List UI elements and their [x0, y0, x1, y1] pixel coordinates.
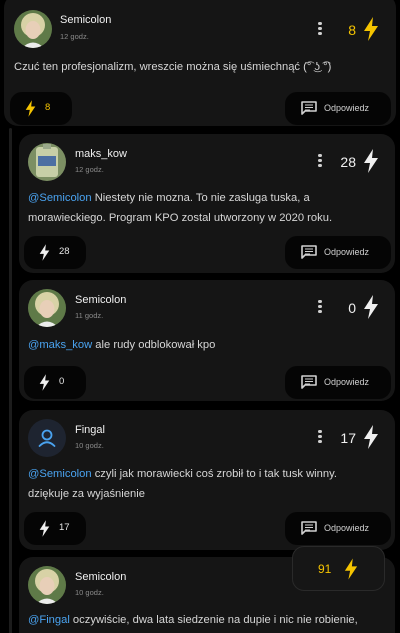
- username[interactable]: Semicolon: [75, 294, 126, 306]
- user-mention[interactable]: @Fingal: [28, 614, 70, 626]
- avatar[interactable]: [28, 289, 66, 327]
- lightning-bolt-icon: [39, 520, 50, 537]
- reply-card: Semicolon 11 godz. 0 @maks_kow ale rudy …: [19, 280, 395, 401]
- timestamp: 10 godz.: [75, 441, 104, 450]
- timestamp: 12 godz.: [60, 32, 89, 41]
- vote-button[interactable]: 28: [24, 236, 86, 269]
- timestamp: 12 godz.: [75, 165, 104, 174]
- reply-card: maks_kow 12 godz. 28 @Semicolon Niestety…: [19, 134, 395, 273]
- vote-button-count: 8: [45, 102, 51, 113]
- reply-button-label: Odpowiedz: [324, 523, 370, 533]
- comment-icon: [301, 245, 317, 259]
- comment-icon: [301, 101, 317, 115]
- lightning-bolt-icon[interactable]: [363, 149, 379, 173]
- comment-card: Semicolon 12 godz. 8 Czuć ten profesjona…: [4, 0, 396, 126]
- lightning-bolt-icon: [39, 244, 50, 261]
- vote-button[interactable]: 0: [24, 366, 86, 399]
- reply-button[interactable]: Odpowiedz: [285, 92, 391, 125]
- user-mention[interactable]: @Semicolon: [28, 192, 92, 204]
- comment-icon: [301, 521, 317, 535]
- user-mention[interactable]: @maks_kow: [28, 339, 92, 351]
- avatar[interactable]: [14, 10, 52, 48]
- avatar[interactable]: [28, 566, 66, 604]
- reply-button[interactable]: Odpowiedz: [285, 366, 391, 399]
- thread-line: [9, 128, 12, 633]
- lightning-bolt-icon: [39, 374, 50, 391]
- lightning-bolt-icon: [25, 100, 36, 117]
- comment-text: @Fingal oczywiście, dwa lata siedzenie n…: [28, 614, 358, 626]
- vote-count: 17: [340, 430, 356, 446]
- vote-button-count: 0: [59, 376, 65, 387]
- vote-count: 28: [340, 154, 356, 170]
- vote-count: 0: [348, 300, 356, 316]
- username[interactable]: Semicolon: [75, 571, 126, 583]
- vote-button-count: 17: [59, 522, 70, 533]
- username[interactable]: maks_kow: [75, 148, 127, 160]
- comment-text: Czuć ten profesjonalizm, wreszcie można …: [14, 61, 332, 73]
- kebab-menu-icon[interactable]: [314, 152, 326, 172]
- reply-button[interactable]: Odpowiedz: [285, 512, 391, 545]
- kebab-menu-icon[interactable]: [314, 298, 326, 318]
- avatar[interactable]: [28, 143, 66, 181]
- timestamp: 10 godz.: [75, 588, 104, 597]
- vote-button-count: 28: [59, 246, 70, 257]
- comment-text: @Semicolon Niestety nie mozna. To nie za…: [28, 192, 333, 224]
- floating-vote-button[interactable]: 91: [292, 546, 385, 591]
- user-icon: [38, 429, 56, 447]
- floating-vote-count: 91: [318, 562, 332, 576]
- comment-icon: [301, 375, 317, 389]
- vote-button[interactable]: 8: [10, 92, 72, 125]
- kebab-menu-icon[interactable]: [314, 428, 326, 448]
- lightning-bolt-icon[interactable]: [363, 425, 379, 449]
- user-mention[interactable]: @Semicolon: [28, 468, 92, 480]
- reply-button-label: Odpowiedz: [324, 377, 370, 387]
- vote-count: 8: [348, 22, 356, 38]
- lightning-bolt-icon[interactable]: [363, 295, 379, 319]
- lightning-bolt-icon[interactable]: [363, 17, 379, 41]
- kebab-menu-icon[interactable]: [314, 20, 326, 40]
- vote-button[interactable]: 17: [24, 512, 86, 545]
- comment-text: @maks_kow ale rudy odblokował kpo: [28, 339, 216, 351]
- reply-button-label: Odpowiedz: [324, 103, 370, 113]
- reply-button-label: Odpowiedz: [324, 247, 370, 257]
- lightning-bolt-icon: [344, 558, 358, 580]
- username[interactable]: Fingal: [75, 424, 105, 436]
- comment-text: @Semicolon czyli jak morawiecki coś zrob…: [28, 468, 337, 500]
- reply-button[interactable]: Odpowiedz: [285, 236, 391, 269]
- timestamp: 11 godz.: [75, 311, 104, 320]
- avatar[interactable]: [28, 419, 66, 457]
- reply-card: Fingal 10 godz. 17 @Semicolon czyli jak …: [19, 410, 395, 550]
- username[interactable]: Semicolon: [60, 14, 111, 26]
